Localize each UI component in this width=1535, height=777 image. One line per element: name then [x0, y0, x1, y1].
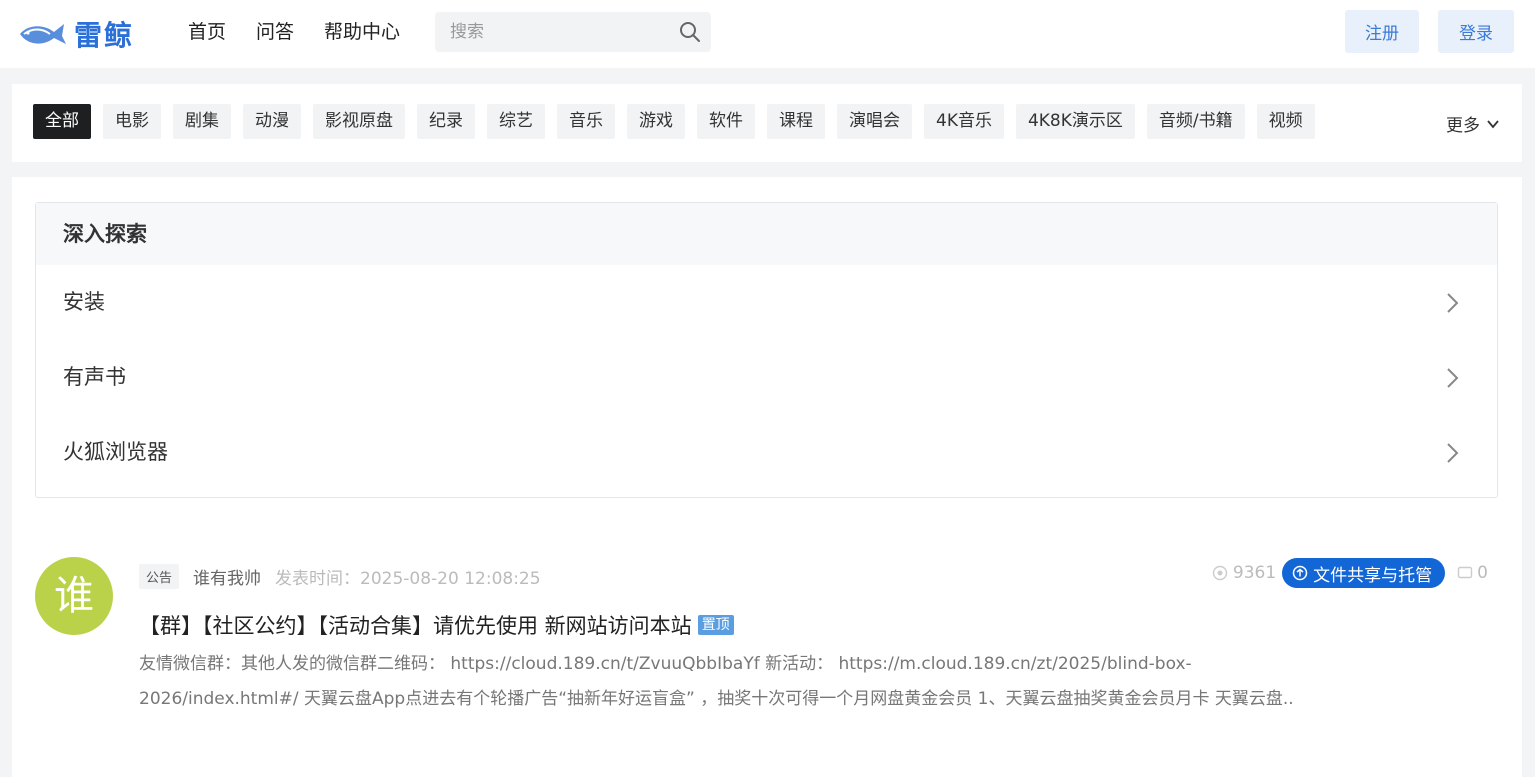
- explore-title: 深入探索: [36, 203, 1497, 265]
- view-count-value: 9361: [1232, 563, 1277, 583]
- category-audio-books[interactable]: 音频/书籍: [1146, 104, 1245, 139]
- more-dropdown[interactable]: 更多: [1446, 111, 1500, 136]
- search-box: [435, 12, 711, 52]
- chevron-right-icon: [1447, 443, 1459, 463]
- category-4k8k-demo[interactable]: 4K8K演示区: [1015, 104, 1135, 139]
- category-bar: 全部 电影 剧集 动漫 影视原盘 纪录 综艺 音乐 游戏 软件 课程 演唱会 4…: [12, 84, 1522, 162]
- category-software[interactable]: 软件: [697, 104, 755, 139]
- logo-text: 雷鲸: [74, 19, 135, 52]
- category-badge[interactable]: 文件共享与托管: [1282, 558, 1446, 588]
- search-input[interactable]: [435, 12, 665, 52]
- category-anime[interactable]: 动漫: [243, 104, 301, 139]
- comment-count: 0: [1457, 563, 1488, 583]
- comment-count-value: 0: [1477, 563, 1488, 583]
- post-excerpt: 友情微信群：其他人发的微信群二维码： https://cloud.189.cn/…: [139, 654, 1294, 709]
- site-header: 雷鲸 首页 问答 帮助中心 注册 登录: [0, 0, 1535, 68]
- register-button[interactable]: 注册: [1345, 10, 1419, 53]
- explore-item-label: 安装: [63, 290, 105, 314]
- explore-item-label: 火狐浏览器: [63, 440, 168, 464]
- category-4k-music[interactable]: 4K音乐: [924, 104, 1004, 139]
- chevron-right-icon: [1447, 293, 1459, 313]
- category-list: 全部 电影 剧集 动漫 影视原盘 纪录 综艺 音乐 游戏 软件 课程 演唱会 4…: [33, 104, 1315, 139]
- nav-home[interactable]: 首页: [188, 18, 226, 46]
- site-logo[interactable]: 雷鲸: [18, 14, 134, 54]
- category-games[interactable]: 游戏: [627, 104, 685, 139]
- post-meta: 公告 谁有我帅 发表时间：2025-08-20 12:08:25: [139, 562, 541, 590]
- login-button[interactable]: 登录: [1438, 10, 1514, 53]
- chevron-down-icon: [1487, 119, 1499, 128]
- explore-item-audiobook[interactable]: 有声书: [36, 340, 1497, 415]
- post-time: 发表时间：2025-08-20 12:08:25: [275, 568, 541, 589]
- explore-item-firefox[interactable]: 火狐浏览器: [36, 415, 1497, 490]
- category-documentary[interactable]: 纪录: [417, 104, 475, 139]
- category-movie[interactable]: 电影: [103, 104, 161, 139]
- category-video[interactable]: 视频: [1256, 104, 1315, 139]
- whale-logo-icon: [20, 24, 66, 44]
- main-content: 深入探索 安装 有声书 火狐浏览器 谁 公告 谁有我帅 发表时间：2025-08…: [12, 177, 1522, 777]
- post-title[interactable]: 【群】【社区公约】【活动合集】请优先使用 新网站访问本站: [139, 610, 692, 640]
- explore-item-label: 有声书: [63, 365, 126, 389]
- explore-item-install[interactable]: 安装: [36, 265, 1497, 340]
- search-icon[interactable]: [679, 21, 701, 43]
- category-variety[interactable]: 综艺: [487, 104, 545, 139]
- chevron-right-icon: [1447, 368, 1459, 388]
- eye-icon: [1212, 565, 1228, 581]
- category-music[interactable]: 音乐: [557, 104, 615, 139]
- nav-qa[interactable]: 问答: [256, 18, 294, 46]
- upload-circle-icon: [1292, 565, 1308, 581]
- category-courses[interactable]: 课程: [767, 104, 825, 139]
- category-concerts[interactable]: 演唱会: [837, 104, 912, 139]
- category-all[interactable]: 全部: [33, 104, 91, 139]
- more-label: 更多: [1446, 116, 1480, 136]
- post-stats: 9361 文件共享与托管 0: [1212, 557, 1488, 589]
- post-title-row[interactable]: 【群】【社区公约】【活动合集】请优先使用 新网站访问本站 置顶: [139, 610, 734, 640]
- nav-help-center[interactable]: 帮助中心: [324, 18, 400, 46]
- explore-panel: 深入探索 安装 有声书 火狐浏览器: [35, 202, 1498, 498]
- category-badge-label: 文件共享与托管: [1313, 565, 1433, 586]
- post-item: 谁 公告 谁有我帅 发表时间：2025-08-20 12:08:25 9361: [35, 555, 1498, 775]
- category-bluray[interactable]: 影视原盘: [313, 104, 405, 139]
- post-author[interactable]: 谁有我帅: [193, 564, 261, 589]
- category-series[interactable]: 剧集: [173, 104, 231, 139]
- pinned-badge: 置顶: [697, 615, 734, 635]
- announcement-tag: 公告: [139, 563, 180, 589]
- view-count: 9361: [1212, 563, 1276, 583]
- main-nav: 首页 问答 帮助中心: [188, 18, 400, 46]
- avatar[interactable]: 谁: [35, 557, 113, 635]
- comment-icon: [1457, 566, 1473, 579]
